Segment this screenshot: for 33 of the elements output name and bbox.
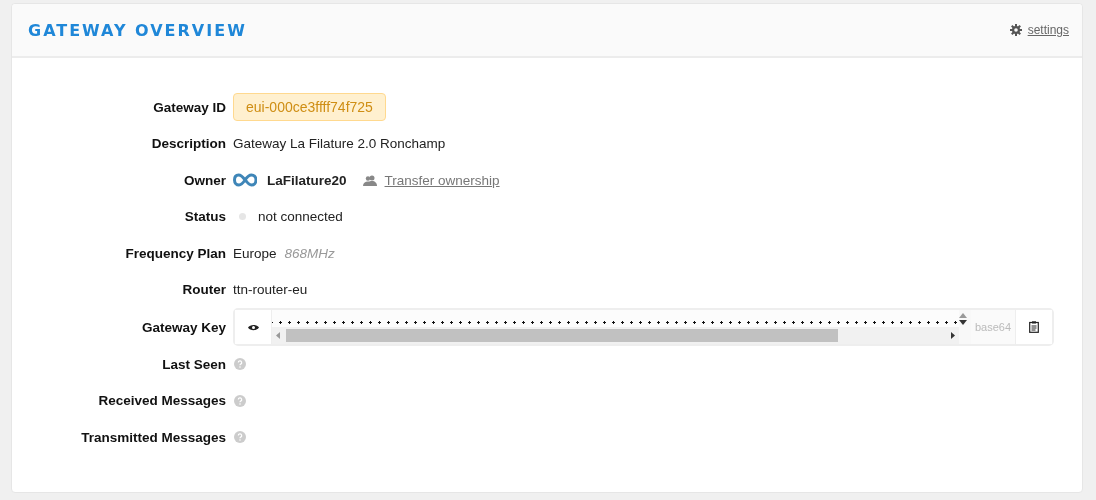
show-key-button[interactable] (235, 310, 272, 344)
eye-icon (247, 323, 259, 331)
scroll-right-icon (951, 332, 955, 339)
field-label: Gateway ID (152, 99, 226, 115)
field-label: Description (150, 136, 226, 152)
frequency-region: Europe (233, 245, 277, 261)
infinity-logo-icon (233, 173, 257, 188)
field-label: Router (181, 282, 226, 298)
up-arrow-icon (959, 313, 967, 318)
frequency-band-label: 868MHz (284, 245, 335, 261)
gateway-id-badge: eui-000ce3ffff74f725 (233, 93, 386, 122)
clipboard-icon (1029, 321, 1039, 333)
settings-icon (1009, 24, 1022, 36)
down-arrow-icon (959, 320, 967, 325)
settings-link[interactable]: settings (1027, 23, 1069, 37)
field-label: Owner (183, 172, 226, 188)
users-icon (362, 174, 377, 186)
status-text: not connected (258, 209, 343, 225)
field-label: Frequency Plan (124, 245, 226, 261)
scroll-left-icon (276, 332, 280, 339)
transfer-ownership-link[interactable]: Transfer ownership (384, 172, 500, 188)
horizontal-scrollbar[interactable] (272, 327, 959, 344)
field-label: Gateway Key (140, 319, 226, 335)
field-label: Transmitted Messages (80, 429, 226, 445)
card-title: GATEWAY OVERVIEW (28, 20, 247, 40)
field-label: Last Seen (161, 356, 226, 372)
owner-name: LaFilature20 (267, 172, 347, 188)
encoding-label: base64 (971, 310, 1016, 344)
field-label: Status (183, 209, 226, 225)
field-label: Received Messages (97, 393, 226, 409)
field-value: ttn-router-eu (233, 282, 308, 298)
spinner-arrows[interactable] (959, 310, 971, 344)
field-value: Gateway La Filature 2.0 Ronchamp (233, 136, 446, 152)
